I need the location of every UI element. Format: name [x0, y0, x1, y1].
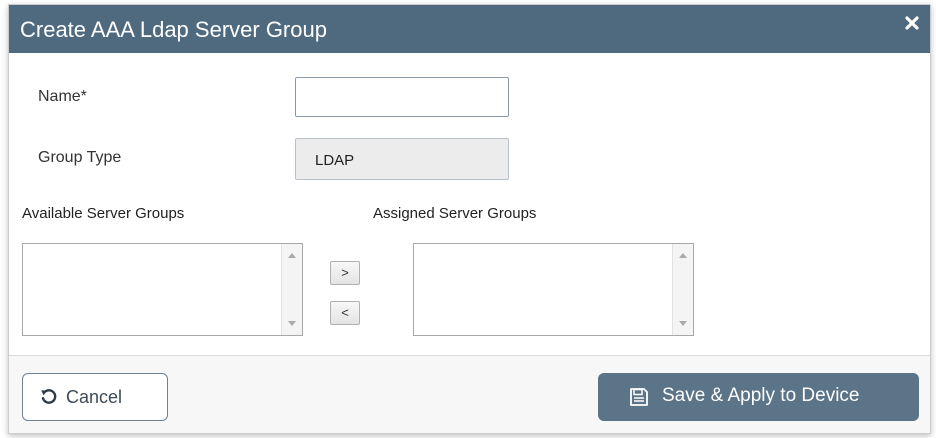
available-server-groups-list[interactable] — [22, 243, 303, 336]
assigned-server-groups-list[interactable] — [413, 243, 694, 336]
scroll-up-icon[interactable] — [288, 253, 296, 258]
save-icon — [629, 387, 649, 407]
assigned-list-scrollbar[interactable] — [672, 244, 693, 335]
name-input[interactable] — [295, 77, 509, 117]
group-type-field: LDAP — [295, 138, 509, 180]
create-ldap-server-group-dialog: Create AAA Ldap Server Group Name* Group… — [8, 4, 931, 434]
dialog-titlebar: Create AAA Ldap Server Group — [9, 5, 930, 53]
name-label: Name* — [38, 88, 87, 105]
cancel-button[interactable]: Cancel — [22, 373, 168, 421]
cancel-label: Cancel — [66, 387, 123, 407]
assigned-server-groups-label: Assigned Server Groups — [373, 205, 537, 222]
scroll-down-icon[interactable] — [679, 321, 687, 326]
move-left-button[interactable]: < — [330, 301, 360, 325]
available-server-groups-label: Available Server Groups — [22, 205, 185, 222]
dialog-title: Create AAA Ldap Server Group — [20, 17, 327, 42]
scroll-up-icon[interactable] — [679, 253, 687, 258]
group-type-label: Group Type — [38, 149, 122, 166]
scroll-down-icon[interactable] — [288, 321, 296, 326]
save-apply-button[interactable]: Save & Apply to Device — [598, 373, 919, 421]
undo-icon — [40, 388, 58, 406]
move-right-button[interactable]: > — [330, 261, 360, 285]
close-icon[interactable] — [902, 13, 922, 33]
save-apply-label: Save & Apply to Device — [662, 385, 860, 406]
available-list-scrollbar[interactable] — [281, 244, 302, 335]
